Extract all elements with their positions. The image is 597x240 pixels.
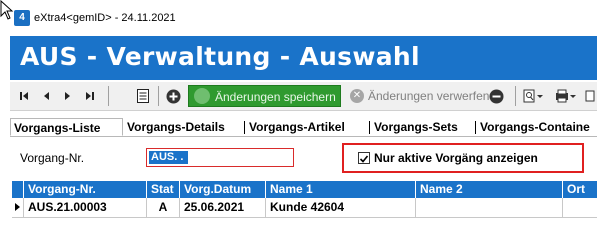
current-row-marker-icon [12, 198, 24, 217]
tab-vorgangs-container[interactable]: Vorgangs-Containe [477, 118, 597, 136]
tab-separator [475, 121, 476, 134]
tab-separator [369, 121, 370, 134]
only-active-filter[interactable]: Nur aktive Vorgäng anzeigen [342, 143, 584, 173]
table-cell[interactable] [563, 198, 597, 217]
save-changes-button[interactable]: Änderungen speichern [188, 85, 341, 107]
column-header[interactable]: Ort [563, 181, 597, 198]
only-active-label: Nur aktive Vorgäng anzeigen [374, 151, 538, 165]
tab-bar: Vorgangs-Liste Vorgangs-Details Vorgangs… [10, 118, 597, 137]
search-dropdown-icon[interactable] [522, 87, 546, 105]
table-cell[interactable]: Kunde 42604 [266, 198, 416, 217]
table-row[interactable]: AUS.21.00003 A 25.06.2021 Kunde 42604 [12, 198, 597, 218]
column-header[interactable]: Name 1 [266, 181, 416, 198]
table-cell[interactable]: A [147, 198, 180, 217]
mouse-cursor-icon [0, 0, 14, 20]
window-titlebar: 4 eXtra4<gemID> - 24.11.2021 [0, 0, 597, 36]
discard-changes-label: Änderungen verwerfen [368, 89, 490, 103]
previous-record-icon[interactable] [40, 87, 52, 105]
page-title: AUS - Verwaltung - Auswahl [20, 42, 420, 71]
last-record-icon[interactable] [84, 87, 96, 105]
tab-separator [244, 121, 245, 134]
toolbar: Änderungen speichern ✕ Änderungen verwer… [10, 82, 597, 111]
discard-icon: ✕ [350, 89, 364, 103]
column-header[interactable]: Name 2 [416, 181, 563, 198]
tab-vorgangs-artikel[interactable]: Vorgangs-Artikel [246, 118, 368, 136]
tab-vorgangs-details[interactable]: Vorgangs-Details [124, 118, 242, 136]
window-title: eXtra4<gemID> - 24.11.2021 [34, 12, 176, 24]
toolbar-separator [108, 86, 109, 106]
tab-vorgangs-liste[interactable]: Vorgangs-Liste [10, 118, 123, 136]
save-changes-label: Änderungen speichern [215, 90, 336, 104]
app-icon: 4 [14, 10, 30, 26]
checkmark-icon [359, 155, 369, 163]
tab-vorgangs-sets[interactable]: Vorgangs-Sets [371, 118, 475, 136]
add-icon[interactable] [165, 87, 181, 105]
table-header: Vorgang-Nr. Stat Vorg.Datum Name 1 Name … [12, 181, 597, 198]
only-active-checkbox[interactable] [358, 152, 370, 164]
vorgang-nr-input[interactable]: AUS. . [146, 148, 294, 167]
print-dropdown-icon[interactable] [554, 87, 578, 105]
toolbar-separator [158, 86, 159, 106]
list-view-icon[interactable] [135, 87, 151, 105]
table-cell[interactable]: AUS.21.00003 [24, 198, 147, 217]
page-header: AUS - Verwaltung - Auswahl [10, 36, 597, 80]
vorgang-nr-value: AUS. . [149, 151, 189, 164]
column-header[interactable]: Stat [147, 181, 180, 198]
row-selector-header [12, 181, 24, 198]
table-cell[interactable]: 25.06.2021 [180, 198, 266, 217]
toolbar-separator [515, 86, 516, 106]
remove-icon[interactable] [488, 87, 504, 105]
next-record-icon[interactable] [62, 87, 74, 105]
vorgang-nr-label: Vorgang-Nr. [20, 151, 85, 165]
table-cell[interactable] [416, 198, 563, 217]
column-header[interactable]: Vorgang-Nr. [24, 181, 147, 198]
discard-changes-button[interactable]: ✕ Änderungen verwerfen [350, 85, 489, 107]
save-icon [194, 88, 210, 104]
column-header[interactable]: Vorg.Datum [180, 181, 266, 198]
first-record-icon[interactable] [18, 87, 30, 105]
more-icon[interactable] [584, 87, 596, 105]
